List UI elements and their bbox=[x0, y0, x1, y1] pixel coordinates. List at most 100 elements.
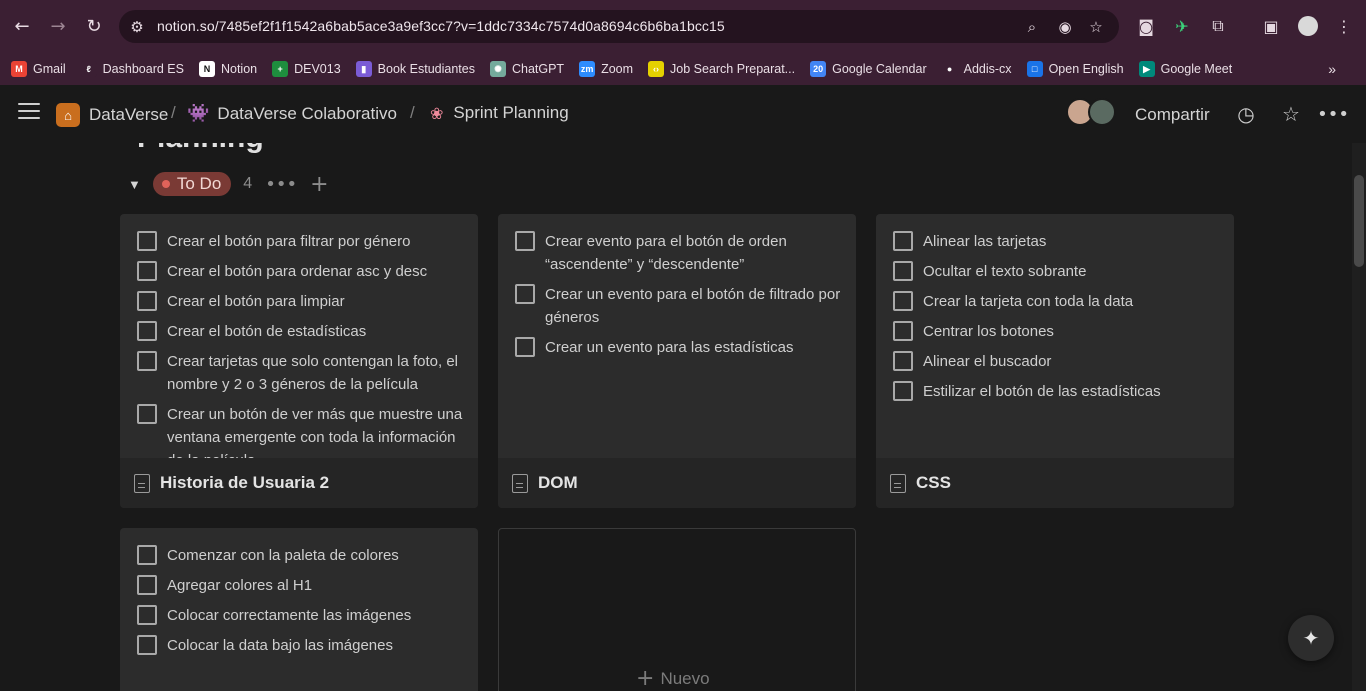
checkbox[interactable] bbox=[893, 381, 913, 401]
bookmarks-overflow-icon[interactable]: » bbox=[1328, 61, 1336, 77]
breadcrumb-teamspace[interactable]: 👾 DataVerse Colaborativo bbox=[187, 103, 397, 124]
scroll-thumb[interactable] bbox=[1354, 175, 1364, 267]
todo-item: Alinear las tarjetas bbox=[893, 230, 1234, 253]
back-icon[interactable]: ← bbox=[9, 13, 35, 39]
zoom-lens-icon[interactable]: ⌕ bbox=[1021, 16, 1043, 38]
checkbox[interactable] bbox=[893, 291, 913, 311]
checkbox[interactable] bbox=[893, 321, 913, 341]
breadcrumb-page-label: Sprint Planning bbox=[453, 103, 569, 122]
checkbox[interactable] bbox=[137, 545, 157, 565]
checkbox[interactable] bbox=[137, 575, 157, 595]
share-button[interactable]: Compartir bbox=[1135, 105, 1210, 125]
bookmark-item[interactable]: M Gmail bbox=[11, 61, 66, 77]
forward-icon[interactable]: → bbox=[45, 13, 71, 39]
board-card[interactable]: Crear el botón para filtrar por género Cr… bbox=[120, 214, 478, 508]
todo-item: Crear un botón de ver más que muestre un… bbox=[137, 403, 478, 458]
bookmark-item[interactable]: + DEV013 bbox=[272, 61, 341, 77]
checkbox[interactable] bbox=[893, 231, 913, 251]
checkbox[interactable] bbox=[515, 231, 535, 251]
board-card[interactable]: Comenzar con la paleta de colores Agregar… bbox=[120, 528, 478, 691]
bookmark-item[interactable]: □ Open English bbox=[1026, 61, 1124, 77]
todo-item: Crear el botón para limpiar bbox=[137, 290, 478, 313]
checkbox[interactable] bbox=[893, 351, 913, 371]
status-badge[interactable]: To Do bbox=[152, 172, 232, 196]
camera-icon[interactable]: ◙ bbox=[1134, 14, 1158, 38]
todo-item: Comenzar con la paleta de colores bbox=[137, 544, 478, 567]
notion-topbar: ⌂ DataVerse / 👾 DataVerse Colaborativo /… bbox=[0, 85, 1352, 143]
bookmark-item[interactable]: zm Zoom bbox=[579, 61, 633, 77]
checkbox[interactable] bbox=[137, 261, 157, 281]
ai-assistant-sparkle-icon[interactable]: ✦ bbox=[1288, 615, 1334, 661]
collapse-toggle-icon[interactable]: ▼ bbox=[128, 177, 141, 192]
breadcrumb-workspace[interactable]: ⌂ DataVerse bbox=[56, 103, 168, 127]
todo-text: Agregar colores al H1 bbox=[167, 577, 313, 594]
card-footer[interactable]: CSS bbox=[876, 458, 1234, 508]
page-scrollbar[interactable] bbox=[1352, 143, 1366, 691]
bookmark-item[interactable]: ✺ ChatGPT bbox=[489, 61, 565, 77]
checkbox[interactable] bbox=[137, 351, 157, 371]
bookmark-item[interactable]: ▶ Google Meet bbox=[1138, 61, 1232, 77]
side-panel-icon[interactable]: ▣ bbox=[1259, 14, 1283, 38]
checkbox[interactable] bbox=[137, 605, 157, 625]
calendar-icon: 20 bbox=[810, 61, 827, 77]
board-group-header: ▼ To Do 4 ••• + bbox=[128, 171, 329, 197]
more-options-icon[interactable]: ••• bbox=[1317, 102, 1349, 126]
bookmark-item[interactable]: ‹› Job Search Preparat... bbox=[648, 61, 795, 77]
status-label: To Do bbox=[176, 174, 222, 193]
todo-item: Colocar la data bajo las imágenes bbox=[137, 634, 478, 657]
group-add-icon[interactable]: + bbox=[310, 172, 328, 197]
bookmark-label: Notion bbox=[220, 62, 258, 76]
extensions-puzzle-icon[interactable]: ⧉ bbox=[1206, 14, 1230, 38]
group-more-icon[interactable]: ••• bbox=[265, 174, 297, 195]
breadcrumb-page[interactable]: ❀ Sprint Planning bbox=[430, 103, 569, 123]
reload-icon[interactable]: ↻ bbox=[81, 13, 107, 39]
sidebar-menu-icon[interactable] bbox=[18, 103, 40, 121]
bookmark-item[interactable]: N Notion bbox=[198, 61, 258, 77]
eye-off-icon[interactable]: ◉ bbox=[1054, 16, 1076, 38]
collaborator-avatar[interactable] bbox=[1088, 98, 1116, 126]
checkbox[interactable] bbox=[137, 635, 157, 655]
bookmark-item[interactable]: 20 Google Calendar bbox=[810, 61, 927, 77]
job-icon: ‹› bbox=[648, 61, 665, 77]
todo-text: Crear el botón para limpiar bbox=[167, 293, 345, 310]
bookmark-star-icon[interactable]: ☆ bbox=[1085, 16, 1107, 38]
bookmark-item[interactable]: ℓ Dashboard ES bbox=[80, 61, 184, 77]
bookmark-item[interactable]: ● Addis-cx bbox=[941, 61, 1012, 77]
profile-avatar-icon[interactable] bbox=[1296, 14, 1320, 38]
new-card-text: Nuevo bbox=[660, 668, 710, 688]
todo-text: Crear un botón de ver más que muestre un… bbox=[167, 406, 463, 458]
favorite-star-icon[interactable]: ☆ bbox=[1279, 102, 1303, 126]
bookmark-item[interactable]: ▮ Book Estudiantes bbox=[355, 61, 475, 77]
chatgpt-icon: ✺ bbox=[489, 61, 506, 77]
address-bar[interactable]: ⚙ notion.so/7485ef2f1f1542a6bab5ace3a9ef… bbox=[119, 10, 1119, 43]
checkbox[interactable] bbox=[137, 231, 157, 251]
browser-menu-icon[interactable]: ⋮ bbox=[1332, 14, 1356, 38]
card-title: DOM bbox=[538, 473, 578, 492]
checkbox[interactable] bbox=[137, 404, 157, 424]
site-settings-icon[interactable]: ⚙ bbox=[126, 16, 148, 38]
card-footer[interactable]: Historia de Usuaria 2 bbox=[120, 458, 478, 508]
extension-bird-icon[interactable]: ✈ bbox=[1170, 14, 1194, 38]
todo-item: Centrar los botones bbox=[893, 320, 1234, 343]
checkbox[interactable] bbox=[137, 321, 157, 341]
todo-item: Alinear el buscador bbox=[893, 350, 1234, 373]
todo-item: Crear la tarjeta con toda la data bbox=[893, 290, 1234, 313]
todo-text: Colocar correctamente las imágenes bbox=[167, 607, 412, 624]
checkbox[interactable] bbox=[893, 261, 913, 281]
new-card-button[interactable]: + Nuevo bbox=[498, 528, 856, 691]
board-card[interactable]: Crear evento para el botón de orden “asc… bbox=[498, 214, 856, 508]
bookmark-label: ChatGPT bbox=[511, 62, 565, 76]
checkbox[interactable] bbox=[137, 291, 157, 311]
card-preview: Comenzar con la paleta de colores Agregar… bbox=[120, 528, 478, 691]
board-card[interactable]: Alinear las tarjetas Ocultar el texto sob… bbox=[876, 214, 1234, 508]
history-clock-icon[interactable]: ◷ bbox=[1234, 102, 1258, 126]
checkbox[interactable] bbox=[515, 284, 535, 304]
invader-icon: 👾 bbox=[187, 103, 210, 124]
todo-text: Colocar la data bajo las imágenes bbox=[167, 637, 393, 654]
url-text[interactable]: notion.so/7485ef2f1f1542a6bab5ace3a9ef3c… bbox=[157, 18, 725, 34]
todo-text: Estilizar el botón de las estadísticas bbox=[923, 383, 1161, 400]
checkbox[interactable] bbox=[515, 337, 535, 357]
card-footer[interactable]: DOM bbox=[498, 458, 856, 508]
todo-text: Crear evento para el botón de orden “asc… bbox=[545, 233, 787, 273]
todo-text: Crear tarjetas que solo contengan la fot… bbox=[167, 353, 459, 393]
